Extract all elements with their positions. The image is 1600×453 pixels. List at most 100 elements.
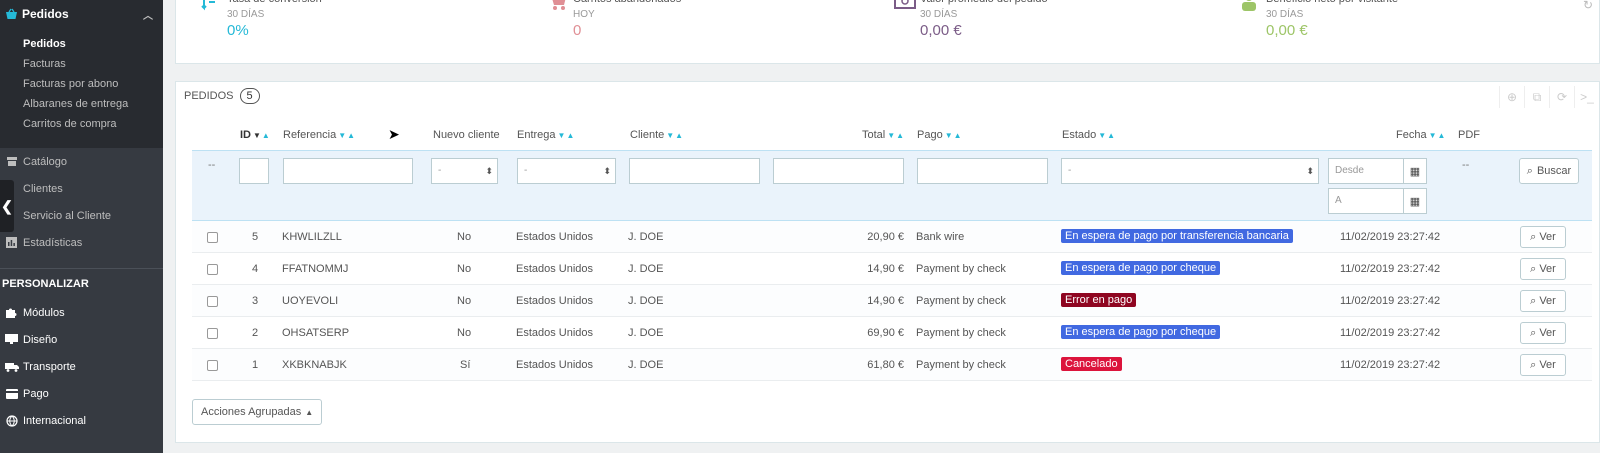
kpi-title: Tasa de conversión xyxy=(227,0,322,8)
sort-desc-icon[interactable]: ▼ xyxy=(887,131,895,140)
filter-reference-input[interactable] xyxy=(283,158,413,184)
kpi-value: 0,00 € xyxy=(1266,22,1308,39)
sidebar-item-design[interactable]: Diseño xyxy=(0,326,163,353)
sidebar-item-catalog[interactable]: Catálogo xyxy=(0,148,163,175)
chevron-up-icon[interactable]: ︿ xyxy=(143,7,153,22)
sidebar-subitem-invoices[interactable]: Facturas xyxy=(0,54,163,74)
column-date[interactable]: Fecha ▼ ▲ xyxy=(1396,129,1446,141)
column-payment[interactable]: Pago ▼ ▲ xyxy=(917,129,962,141)
sidebar-item-modules[interactable]: Módulos xyxy=(0,299,163,326)
sidebar-subitem-carts[interactable]: Carritos de compra xyxy=(0,114,163,134)
status-badge: Cancelado xyxy=(1061,357,1122,371)
view-button[interactable]: ⌕ Ver xyxy=(1520,290,1566,312)
column-customer[interactable]: Cliente ▼ ▲ xyxy=(630,129,683,141)
sort-desc-icon[interactable]: ▼ xyxy=(253,131,261,140)
view-button[interactable]: ⌕ Ver xyxy=(1520,322,1566,344)
sidebar-item-customers[interactable]: Clientes xyxy=(0,175,163,202)
bulk-actions-button[interactable]: Acciones Agrupadas ▲ xyxy=(192,399,323,425)
sidebar-subitem-delivery-slips[interactable]: Albaranes de entrega xyxy=(0,94,163,114)
sort-desc-icon[interactable]: ▼ xyxy=(945,131,953,140)
filter-status-select[interactable]: - xyxy=(1061,158,1319,184)
column-pdf: PDF xyxy=(1458,129,1480,141)
filter-id-input[interactable] xyxy=(239,158,269,184)
sidebar-item-label: Servicio al Cliente xyxy=(23,209,112,222)
column-label: Pago xyxy=(917,129,943,141)
sidebar-orders-group: Pedidos ︿ Pedidos Facturas Facturas por … xyxy=(0,0,163,148)
table-row[interactable]: 5 KHWLILZLL No Estados Unidos J. DOE 20,… xyxy=(192,221,1592,253)
sidebar-item-international[interactable]: Internacional xyxy=(0,407,163,434)
sort-asc-icon[interactable]: ▲ xyxy=(954,131,962,140)
sidebar-item-shipping[interactable]: Transporte xyxy=(0,353,163,380)
caret-up-icon: ▲ xyxy=(305,407,314,417)
column-total[interactable]: Total ▼ ▲ xyxy=(862,129,904,141)
filter-payment-input[interactable] xyxy=(917,158,1048,184)
column-delivery[interactable]: Entrega ▼ ▲ xyxy=(517,129,574,141)
sort-desc-icon[interactable]: ▼ xyxy=(1429,131,1437,140)
table-row[interactable]: 1 XKBKNABJK Sí Estados Unidos J. DOE 61,… xyxy=(192,349,1592,381)
column-label: Entrega xyxy=(517,129,556,141)
view-button[interactable]: ⌕ Ver xyxy=(1520,258,1566,280)
view-button[interactable]: ⌕ Ver xyxy=(1520,354,1566,376)
sort-asc-icon[interactable]: ▲ xyxy=(1107,131,1115,140)
row-checkbox[interactable] xyxy=(207,264,218,275)
sort-desc-icon[interactable]: ▼ xyxy=(1098,131,1106,140)
kpi-average-order-value[interactable]: Valor promedio del pedido 30 DÍAS 0,00 € xyxy=(894,0,1048,39)
calendar-icon[interactable]: ▦ xyxy=(1403,188,1427,214)
filter-customer-input[interactable] xyxy=(629,158,760,184)
column-id[interactable]: ID ▼ ▲ xyxy=(240,129,270,141)
order-customer: J. DOE xyxy=(628,327,664,339)
refresh-icon[interactable]: ↻ xyxy=(1583,0,1593,12)
table-row[interactable]: 4 FFATNOMMJ No Estados Unidos J. DOE 14,… xyxy=(192,253,1592,285)
sidebar-item-label: Módulos xyxy=(23,306,65,319)
order-customer: J. DOE xyxy=(628,231,664,243)
column-reference[interactable]: Referencia ▼ ▲ xyxy=(283,129,355,141)
filter-date-from-input[interactable]: Desde xyxy=(1328,158,1404,184)
sidebar-item-payment[interactable]: Pago xyxy=(0,380,163,407)
zoom-icon: ⌕ xyxy=(1530,262,1537,275)
sql-query-icon[interactable]: >_ xyxy=(1574,86,1599,108)
sort-asc-icon[interactable]: ▲ xyxy=(675,131,683,140)
filter-new-customer-select[interactable]: - xyxy=(431,158,498,184)
row-checkbox[interactable] xyxy=(207,328,218,339)
order-delivery: Estados Unidos xyxy=(516,359,594,371)
sort-desc-icon[interactable]: ▼ xyxy=(558,131,566,140)
order-delivery: Estados Unidos xyxy=(516,295,594,307)
refresh-list-icon[interactable]: ⟳ xyxy=(1549,86,1574,108)
sidebar-item-customer-service[interactable]: Servicio al Cliente xyxy=(0,202,163,229)
filter-delivery-select[interactable]: - xyxy=(517,158,616,184)
row-checkbox[interactable] xyxy=(207,296,218,307)
search-button[interactable]: ⌕ Buscar xyxy=(1519,158,1579,184)
table-row[interactable]: 2 OHSATSERP No Estados Unidos J. DOE 69,… xyxy=(192,317,1592,349)
sort-asc-icon[interactable]: ▲ xyxy=(896,131,904,140)
add-icon[interactable]: ⊕ xyxy=(1499,86,1524,108)
sidebar-collapse-button[interactable]: ❮ xyxy=(0,180,14,232)
kpi-net-profit-per-visitor[interactable]: Beneficio neto por visitante 30 DÍAS 0,0… xyxy=(1242,0,1398,39)
sidebar-item-label: Diseño xyxy=(23,333,58,346)
export-icon[interactable]: ⧉ xyxy=(1524,86,1549,108)
filter-total-input[interactable] xyxy=(773,158,904,184)
calendar-icon[interactable]: ▦ xyxy=(1403,158,1427,184)
sidebar-subitem-orders[interactable]: Pedidos xyxy=(0,34,163,54)
order-payment: Payment by check xyxy=(916,263,1006,275)
sort-asc-icon[interactable]: ▲ xyxy=(566,131,574,140)
sort-asc-icon[interactable]: ▲ xyxy=(262,131,270,140)
order-new-customer: No xyxy=(457,327,472,339)
kpi-conversion-rate[interactable]: Tasa de conversión 30 DÍAS 0% xyxy=(201,0,322,39)
sidebar-item-orders[interactable]: Pedidos ︿ xyxy=(0,4,163,24)
row-checkbox[interactable] xyxy=(207,360,218,371)
row-checkbox[interactable] xyxy=(207,232,218,243)
kpi-abandoned-carts[interactable]: Carritos abandonados HOY 0 xyxy=(552,0,681,39)
table-row[interactable]: 3 UOYEVOLI No Estados Unidos J. DOE 14,9… xyxy=(192,285,1592,317)
column-status[interactable]: Estado ▼ ▲ xyxy=(1062,129,1115,141)
view-button[interactable]: ⌕ Ver xyxy=(1520,226,1566,248)
order-new-customer: No xyxy=(457,231,472,243)
column-label: PDF xyxy=(1458,129,1480,141)
sidebar-item-label: Pedidos xyxy=(22,7,69,21)
filter-date-to-input[interactable]: A xyxy=(1328,188,1404,214)
sidebar-subitem-credit-slips[interactable]: Facturas por abono xyxy=(0,74,163,94)
sort-asc-icon[interactable]: ▲ xyxy=(347,131,355,140)
sort-desc-icon[interactable]: ▼ xyxy=(666,131,674,140)
sort-asc-icon[interactable]: ▲ xyxy=(1438,131,1446,140)
sidebar-item-stats[interactable]: Estadísticas xyxy=(0,229,163,256)
sort-desc-icon[interactable]: ▼ xyxy=(338,131,346,140)
